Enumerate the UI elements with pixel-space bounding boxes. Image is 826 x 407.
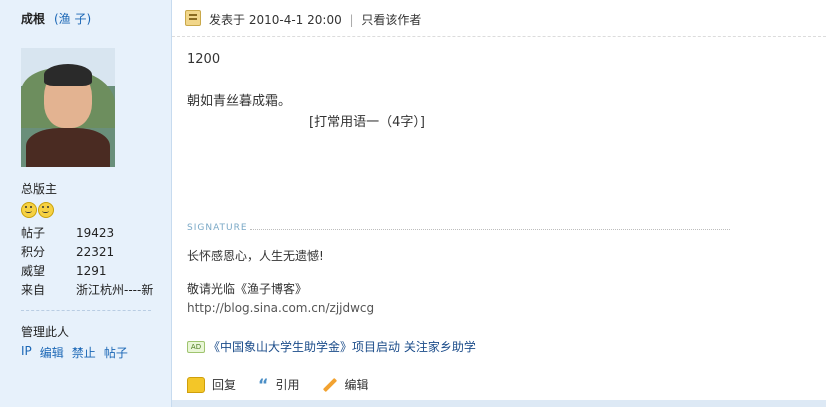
edit-label: 编辑: [344, 378, 369, 392]
ad-link[interactable]: 《中国象山大学生助学金》项目启动 关注家乡助学: [208, 338, 476, 355]
stat-value: 22321: [76, 245, 115, 259]
posted-time: 2010-4-1 20:00: [248, 13, 342, 27]
manage-ban-link[interactable]: 禁止: [72, 344, 96, 361]
manage-links: IP 编辑 禁止 帖子: [21, 344, 128, 361]
rank-icons: [21, 202, 54, 218]
post-meta: 发表于 2010-4-1 20:00 | 只看该作者: [209, 11, 421, 28]
post-line: [打常用语一（4字）]: [309, 115, 425, 130]
pencil-icon: [322, 377, 337, 392]
stat-row-points: 积分 22321: [21, 243, 161, 262]
stat-row-posts: 帖子 19423: [21, 224, 161, 243]
ad-badge: AD: [187, 341, 205, 353]
stat-row-prestige: 威望 1291: [21, 262, 161, 281]
quote-label: 引用: [275, 378, 300, 392]
stat-label: 威望: [21, 264, 46, 278]
signature-label: SIGNATURE: [187, 223, 248, 233]
quote-icon: “: [258, 374, 269, 394]
stat-label: 帖子: [21, 226, 46, 240]
signature-divider: [250, 229, 730, 230]
signature-text: 敬请光临《渔子博客》: [187, 282, 308, 296]
reply-button[interactable]: 回复: [187, 376, 236, 393]
sidebar-divider: [21, 310, 151, 311]
post-actions: 回复 “ 引用 编辑: [187, 376, 391, 393]
signature-text: 长怀感恩心，人生无遗憾!: [187, 249, 324, 263]
smiley-icon: [21, 202, 37, 218]
stat-value: 浙江杭州----新: [76, 283, 154, 297]
user-stats: 帖子 19423 积分 22321 威望 1291 来自 浙江杭州----新: [21, 224, 161, 300]
stat-value: 19423: [76, 226, 115, 240]
stat-label: 积分: [21, 245, 46, 259]
reply-label: 回复: [212, 378, 237, 392]
edit-button[interactable]: 编辑: [322, 376, 369, 393]
meta-separator: |: [349, 13, 354, 27]
signature-link[interactable]: http://blog.sina.com.cn/zjjdwcg: [187, 301, 374, 315]
only-author-link[interactable]: 只看该作者: [361, 13, 421, 27]
smiley-icon: [38, 202, 54, 218]
user-sidebar: 成根 (渔 子) 总版主 帖子 19423 积分 22321 威望 1291 来…: [0, 0, 172, 407]
manage-title: 管理此人: [21, 325, 70, 339]
bottom-bar: [172, 400, 826, 407]
stat-value: 1291: [76, 264, 107, 278]
avatar[interactable]: [21, 48, 115, 167]
user-nickname: (渔 子): [54, 12, 92, 26]
reply-icon: [187, 376, 205, 393]
stat-label: 来自: [21, 283, 46, 297]
manage-posts-link[interactable]: 帖子: [104, 344, 128, 361]
post-icon: [185, 10, 201, 26]
post-line: 1200: [187, 52, 221, 67]
stat-row-location: 来自 浙江杭州----新: [21, 281, 161, 300]
user-name[interactable]: 成根: [21, 10, 45, 27]
user-role: 总版主: [21, 182, 58, 196]
avatar-body: [26, 128, 110, 167]
avatar-hair: [44, 64, 92, 86]
post-header: 发表于 2010-4-1 20:00 | 只看该作者: [172, 0, 826, 37]
posted-label: 发表于: [209, 13, 246, 27]
manage-ip-link[interactable]: IP: [21, 344, 32, 361]
manage-edit-link[interactable]: 编辑: [40, 344, 64, 361]
post-line: 朝如青丝暮成霜。: [187, 94, 292, 109]
quote-button[interactable]: “ 引用: [258, 376, 300, 393]
